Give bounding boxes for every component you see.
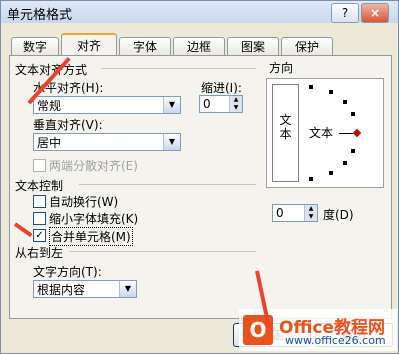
spin-down-icon[interactable]: ▼	[304, 213, 317, 221]
orientation-dot[interactable]	[343, 161, 347, 165]
orientation-dot[interactable]	[309, 85, 313, 89]
tab-protection[interactable]: 保护	[281, 37, 333, 56]
indent-spinner[interactable]: 0 ▲ ▼	[199, 95, 243, 113]
merge-checkbox[interactable]: ✓	[33, 229, 46, 242]
spin-up-icon[interactable]: ▲	[229, 96, 242, 104]
distributed-label: 两端分散对齐(E)	[49, 159, 138, 173]
horizontal-select-value: 常规	[37, 99, 62, 113]
watermark-url: www.office26.com	[285, 334, 386, 347]
wrap-checkbox[interactable]	[33, 195, 46, 208]
orientation-group-label: 方向	[269, 61, 294, 75]
direction-select[interactable]: 根据内容 ▼	[33, 280, 137, 298]
format-cells-dialog: 单元格格式 ? × 数字 对齐 字体 边框 图案 保护 文本对齐方式 水平对齐(…	[0, 0, 399, 354]
vertical-select[interactable]: 居中 ▼	[33, 133, 181, 151]
orientation-dot[interactable]	[329, 171, 333, 175]
help-button[interactable]: ?	[331, 3, 359, 23]
title-bar: 单元格格式 ? ×	[1, 1, 398, 23]
wrap-label: 自动换行(W)	[49, 195, 119, 209]
degree-label: 度(D)	[323, 208, 354, 222]
tab-number[interactable]: 数字	[11, 37, 59, 56]
direction-select-value: 根据内容	[37, 283, 86, 297]
vertical-label: 垂直对齐(V):	[33, 118, 103, 132]
shrink-checkbox[interactable]	[33, 212, 46, 225]
divider	[69, 251, 256, 252]
indent-label: 缩进(I):	[201, 81, 242, 95]
divider	[79, 184, 256, 185]
spin-up-icon[interactable]: ▲	[304, 205, 317, 213]
chevron-down-icon: ▼	[119, 281, 136, 297]
vertical-select-value: 居中	[37, 136, 62, 150]
orientation-dot[interactable]	[343, 100, 347, 104]
orientation-box[interactable]: 文本 文本	[266, 78, 384, 188]
indent-value: 0	[203, 97, 211, 111]
vertical-text-option[interactable]: 文本	[272, 84, 299, 182]
orientation-dot[interactable]	[329, 90, 333, 94]
orientation-text: 文本	[309, 126, 334, 140]
tab-border[interactable]: 边框	[173, 37, 225, 56]
vertical-text: 文本	[279, 113, 292, 141]
orientation-dot[interactable]	[351, 149, 355, 153]
distributed-checkbox[interactable]	[33, 159, 46, 172]
tab-pattern[interactable]: 图案	[227, 37, 279, 56]
horizontal-select[interactable]: 常规 ▼	[33, 96, 181, 114]
tab-font[interactable]: 字体	[119, 37, 171, 56]
chevron-down-icon: ▼	[163, 134, 180, 150]
watermark: O Office教程网 www.office26.com	[239, 309, 397, 351]
spin-down-icon[interactable]: ▼	[229, 104, 242, 112]
orientation-line	[339, 133, 353, 134]
degree-value: 0	[276, 206, 284, 220]
dialog-title: 单元格格式	[7, 8, 73, 23]
shrink-label: 缩小字体填充(K)	[49, 212, 139, 226]
direction-label: 文字方向(T):	[33, 265, 102, 279]
rtl-group-label: 从右到左	[15, 246, 64, 260]
degree-spinner[interactable]: 0 ▲ ▼	[272, 204, 318, 222]
orientation-pointer[interactable]	[352, 128, 362, 138]
close-button[interactable]: ×	[361, 3, 389, 23]
divider	[101, 68, 256, 69]
chevron-down-icon: ▼	[163, 97, 180, 113]
text-control-group-label: 文本控制	[15, 179, 64, 193]
orientation-dot[interactable]	[351, 112, 355, 116]
orientation-dot[interactable]	[309, 177, 313, 181]
